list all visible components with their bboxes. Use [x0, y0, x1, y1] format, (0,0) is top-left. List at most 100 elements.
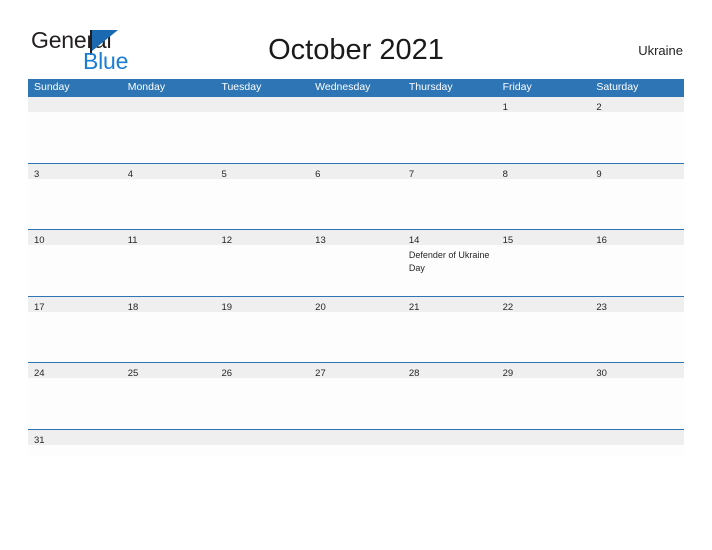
day-number: 21: [408, 301, 420, 313]
calendar-day-cell[interactable]: 27: [309, 363, 403, 429]
calendar-day-cell[interactable]: 5: [215, 163, 310, 230]
calendar-week-row: 12: [28, 96, 685, 163]
calendar-week-cells: 24 25 26 27 28 29 30: [28, 363, 685, 429]
day-number: 13: [315, 235, 326, 246]
day-number-band: [309, 97, 403, 112]
calendar-day-cell-empty: [496, 429, 591, 455]
calendar-day-cell[interactable]: 21: [402, 296, 497, 363]
calendar-day-cell[interactable]: 10: [28, 230, 122, 296]
calendar-day-cell-empty: [28, 97, 122, 163]
calendar-day-cell[interactable]: 9: [590, 163, 685, 230]
calendar-day-cell[interactable]: 28: [402, 363, 497, 429]
day-events: Defender of Ukraine Day: [403, 245, 497, 274]
calendar-week-cells: 12: [28, 97, 685, 163]
day-number-band: 29: [496, 363, 591, 379]
calendar-day-cell-empty: [402, 97, 497, 163]
day-number: 12: [221, 235, 233, 246]
day-number: 1: [502, 102, 508, 113]
calendar-day-cell[interactable]: 11: [121, 230, 216, 296]
calendar-day-cell[interactable]: 25: [121, 363, 216, 429]
day-number-band: [402, 429, 497, 445]
page-title: October 2021: [268, 34, 444, 66]
calendar-day-cell-empty: [590, 429, 685, 455]
calendar-day-cell[interactable]: 14 Defender of Ukraine Day: [402, 230, 497, 296]
day-number: 14: [408, 235, 420, 246]
calendar-day-cell-empty: [215, 429, 310, 455]
calendar-week-cells: 10 11 12 13 14 Defender of Ukraine Day 15 16: [28, 230, 685, 296]
calendar-day-cell[interactable]: 12: [215, 230, 310, 296]
calendar-day-cell[interactable]: 30: [590, 363, 685, 429]
day-number: 9: [596, 168, 602, 180]
day-number-band: 11: [121, 230, 216, 246]
day-number: 28: [408, 368, 420, 379]
calendar-day-cell[interactable]: 20: [309, 296, 403, 363]
calendar-grid: Sunday Monday Tuesday Wednesday Thursday Frid…: [28, 79, 685, 455]
calendar-day-cell[interactable]: 26: [215, 363, 310, 429]
calendar-day-cell[interactable]: 15: [496, 230, 591, 296]
day-number-band: [215, 97, 310, 112]
day-number: 22: [502, 301, 514, 313]
calendar-day-cell[interactable]: 29: [496, 363, 591, 429]
day-number-band: 8: [496, 163, 591, 180]
day-number: 30: [596, 368, 607, 379]
day-number: 6: [315, 168, 321, 180]
country-label: Ukraine: [638, 43, 683, 58]
weekday-header-row: Sunday Monday Tuesday Wednesday Thursday Frid…: [28, 79, 684, 96]
weekday-header-saturday: Saturday: [596, 81, 639, 93]
day-number: 10: [34, 235, 45, 246]
day-number: 19: [221, 301, 233, 313]
day-number-band: 1: [496, 97, 591, 113]
calendar-day-cell[interactable]: 16: [590, 230, 685, 296]
day-number-band: 5: [215, 163, 310, 180]
day-number: 23: [596, 301, 607, 313]
day-number: 20: [315, 301, 326, 313]
calendar-day-cell[interactable]: 13: [309, 230, 403, 296]
day-number-band: [28, 97, 122, 112]
calendar-day-cell[interactable]: 3: [28, 163, 122, 230]
calendar-day-cell[interactable]: 2: [590, 97, 685, 163]
day-number: 3: [34, 168, 40, 180]
day-number-band: 12: [215, 230, 310, 246]
day-number: 15: [502, 235, 514, 246]
calendar-day-cell[interactable]: 4: [121, 163, 216, 230]
day-number-band: [590, 429, 685, 445]
weekday-header-tuesday: Tuesday: [221, 81, 262, 93]
calendar-day-cell[interactable]: 24: [28, 363, 122, 429]
day-number-band: 10: [28, 230, 122, 246]
day-number-band: 14: [402, 230, 497, 246]
calendar-day-cell[interactable]: 23: [590, 296, 685, 363]
day-number: 2: [596, 102, 602, 113]
weekday-header-wednesday: Wednesday: [315, 81, 371, 93]
day-number-band: 9: [590, 163, 685, 180]
day-number-band: 21: [402, 296, 497, 313]
day-number: 4: [127, 168, 134, 180]
calendar-day-cell[interactable]: 22: [496, 296, 591, 363]
day-number: 24: [34, 368, 45, 379]
day-number-band: 24: [28, 363, 122, 379]
weekday-header-sunday: Sunday: [34, 81, 70, 93]
calendar-day-cell[interactable]: 31: [28, 429, 122, 455]
calendar-day-cell[interactable]: 19: [215, 296, 310, 363]
calendar-day-cell[interactable]: 17: [28, 296, 122, 363]
day-number-band: 25: [121, 363, 216, 379]
calendar-day-cell[interactable]: 1: [496, 97, 591, 163]
calendar-day-cell[interactable]: 6: [309, 163, 403, 230]
day-number-band: [121, 429, 216, 445]
day-number-band: 31: [28, 429, 122, 446]
day-number-band: 2: [590, 97, 685, 113]
day-number-band: 15: [496, 230, 591, 246]
day-number: 31: [34, 434, 45, 446]
day-number: 7: [408, 168, 415, 180]
day-number-band: 3: [28, 163, 122, 180]
day-number-band: 27: [309, 363, 403, 379]
calendar-day-cell-empty: [309, 97, 403, 163]
day-number: 8: [502, 168, 508, 180]
day-number-band: 19: [215, 296, 310, 313]
calendar-day-cell[interactable]: 18: [121, 296, 216, 363]
calendar-week-row: 24 25 26 27 28 29 30: [28, 362, 685, 429]
calendar-day-cell-empty: [215, 97, 310, 163]
calendar-day-cell[interactable]: 8: [496, 163, 591, 230]
day-number-band: 16: [590, 230, 685, 246]
calendar-day-cell[interactable]: 7: [402, 163, 497, 230]
weekday-header-friday: Friday: [502, 81, 532, 93]
